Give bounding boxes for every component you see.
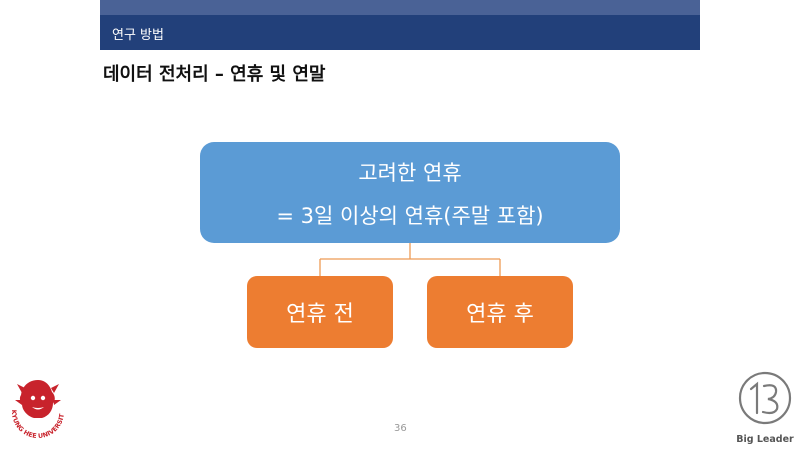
lion-icon bbox=[15, 380, 61, 418]
after-holiday-box: 연휴 후 bbox=[427, 276, 573, 348]
kyung-hee-university-logo: KYUNG HEE UNIVERSITY bbox=[5, 376, 66, 440]
big-leader-brand-text: Big Leader bbox=[736, 434, 794, 445]
connector-lines bbox=[319, 243, 501, 276]
page-number: 36 bbox=[394, 423, 407, 434]
big-leader-logo: Big Leader bbox=[736, 371, 794, 445]
big-leader-emblem-icon bbox=[738, 371, 792, 425]
before-holiday-box: 연휴 전 bbox=[247, 276, 393, 348]
